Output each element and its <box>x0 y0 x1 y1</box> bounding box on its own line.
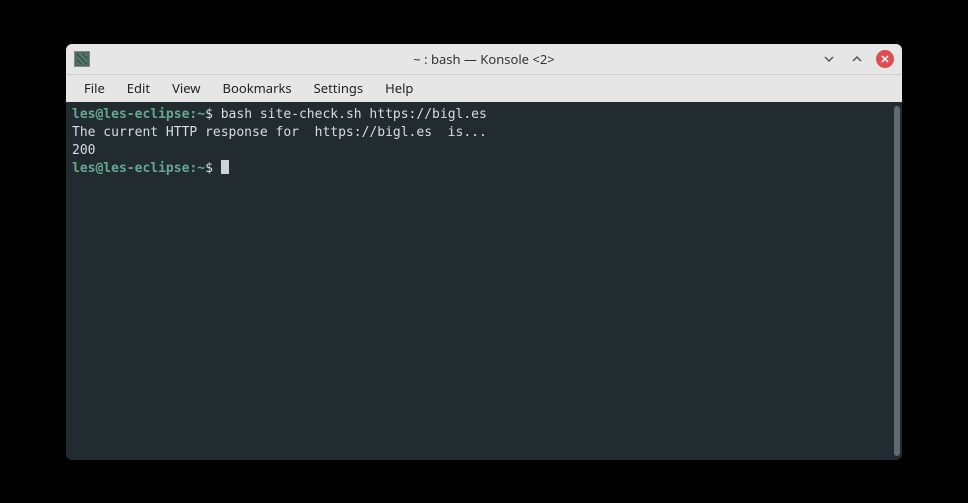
titlebar[interactable]: ~ : bash — Konsole <2> <box>66 44 902 74</box>
konsole-window: ~ : bash — Konsole <2> File Edit <box>66 44 902 460</box>
terminal-line: les@les-eclipse:~$ <box>72 160 886 178</box>
close-button[interactable] <box>876 50 894 68</box>
menu-settings[interactable]: Settings <box>304 75 373 101</box>
maximize-button[interactable] <box>848 50 866 68</box>
menubar: File Edit View Bookmarks Settings Help <box>66 74 902 102</box>
menu-help[interactable]: Help <box>375 75 423 101</box>
menu-bookmarks[interactable]: Bookmarks <box>213 75 302 101</box>
terminal-line: 200 <box>72 142 886 160</box>
menu-view[interactable]: View <box>162 75 210 101</box>
chevron-down-icon <box>823 53 835 65</box>
menu-file[interactable]: File <box>74 75 115 101</box>
close-icon <box>879 53 891 65</box>
app-icon <box>74 51 90 67</box>
terminal-line: The current HTTP response for https://bi… <box>72 124 886 142</box>
minimize-button[interactable] <box>820 50 838 68</box>
chevron-up-icon <box>851 53 863 65</box>
scrollbar[interactable] <box>892 102 902 460</box>
terminal[interactable]: les@les-eclipse:~$ bash site-check.sh ht… <box>66 102 892 460</box>
window-controls <box>820 50 894 68</box>
terminal-line: les@les-eclipse:~$ bash site-check.sh ht… <box>72 106 886 124</box>
cursor <box>221 160 229 174</box>
command-text: bash site-check.sh https://bigl.es <box>221 107 487 122</box>
terminal-area: les@les-eclipse:~$ bash site-check.sh ht… <box>66 102 902 460</box>
scroll-thumb[interactable] <box>894 106 900 456</box>
menu-edit[interactable]: Edit <box>117 75 160 101</box>
window-title: ~ : bash — Konsole <2> <box>66 50 902 68</box>
